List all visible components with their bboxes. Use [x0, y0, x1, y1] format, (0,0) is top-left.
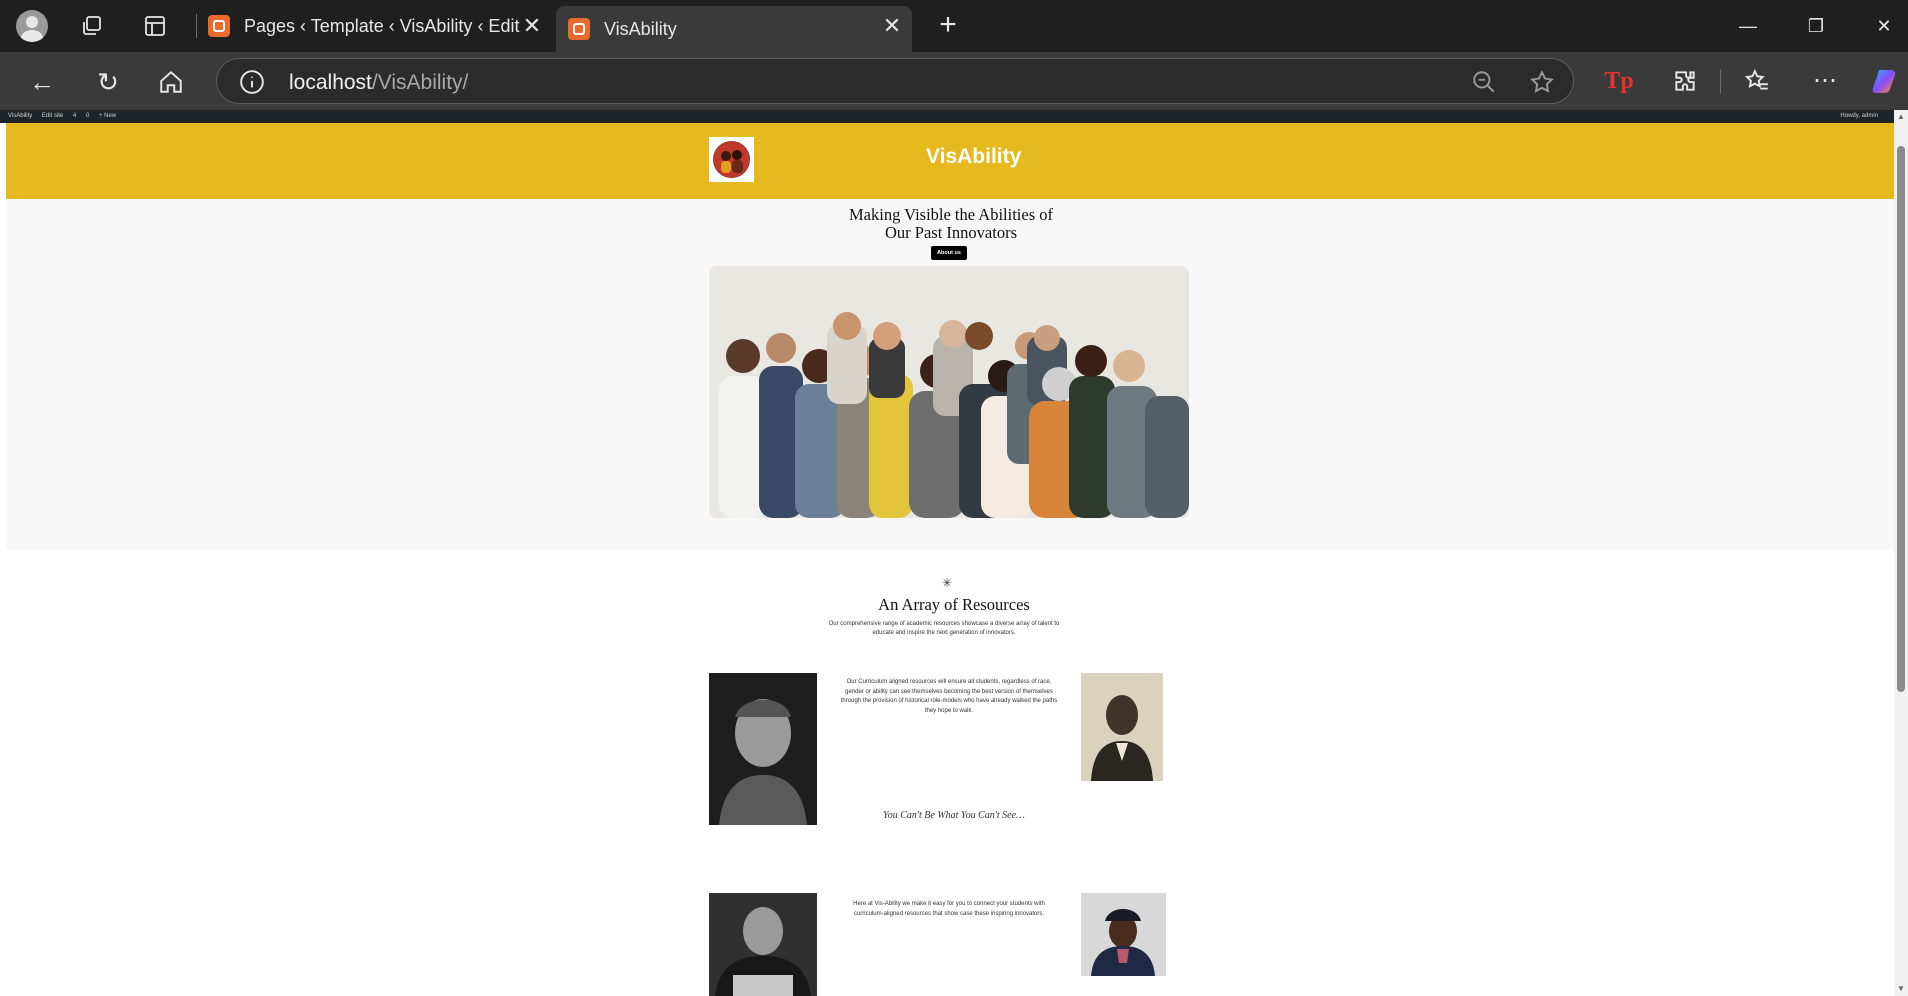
page-viewport: VisAbility Edit site 4 0 + New Howdy, ad… — [0, 110, 1908, 996]
close-tab-icon[interactable]: ✕ — [520, 14, 544, 38]
tab-visability[interactable]: VisAbility ✕ — [556, 6, 912, 52]
portrait-woman-hat-photo — [1081, 893, 1166, 976]
favorites-icon[interactable] — [1744, 68, 1770, 94]
hero-group-photo — [709, 266, 1189, 518]
curriculum-text: Our Curriculum aligned resources will en… — [840, 679, 1058, 714]
refresh-icon[interactable]: ↻ — [92, 66, 124, 98]
admin-bar-site[interactable]: VisAbility — [8, 113, 32, 119]
url-host: localhost — [289, 71, 372, 94]
resources-intro: Our comprehensive range of academic reso… — [828, 621, 1060, 636]
close-window-button[interactable]: ✕ — [1864, 10, 1904, 42]
about-us-button[interactable]: About us — [931, 246, 967, 260]
resources-heading: An Array of Resources — [878, 595, 1030, 614]
tab-pages-template[interactable]: Pages ‹ Template ‹ VisAbility ‹ Edit ✕ — [196, 6, 552, 46]
scrollbar-thumb[interactable] — [1897, 146, 1905, 692]
browser-tab-strip: Pages ‹ Template ‹ VisAbility ‹ Edit ✕ V… — [0, 0, 1908, 52]
logo-image — [713, 141, 750, 178]
hero-section: Making Visible the Abilities of Our Past… — [6, 199, 1896, 549]
portrait-woman-photo — [709, 673, 817, 825]
admin-bar-howdy[interactable]: Howdy, admin — [1840, 110, 1878, 123]
wp-admin-bar: VisAbility Edit site 4 0 + New Howdy, ad… — [0, 110, 1908, 123]
scroll-down-arrow-icon[interactable]: ▼ — [1896, 984, 1906, 994]
admin-bar-edit[interactable]: Edit site — [42, 113, 63, 119]
connect-text: Here at Vis-Ability we make it easy for … — [853, 901, 1045, 917]
asterisk-icon: ✳ — [942, 576, 953, 590]
site-title[interactable]: VisAbility — [926, 145, 1021, 169]
zoom-out-icon[interactable] — [1471, 69, 1497, 95]
tp-extension-icon[interactable]: Tp — [1604, 66, 1634, 96]
admin-bar-comments[interactable]: 0 — [86, 113, 89, 119]
scroll-up-arrow-icon[interactable]: ▲ — [1896, 112, 1906, 122]
hero-heading: Making Visible the Abilities of Our Past… — [6, 206, 1896, 242]
xampp-favicon-icon — [208, 15, 230, 37]
admin-bar-new[interactable]: + New — [99, 113, 116, 119]
home-icon[interactable] — [158, 69, 184, 95]
toolbar-divider — [1720, 70, 1721, 94]
vertical-tabs-icon[interactable] — [143, 14, 167, 38]
copilot-icon[interactable] — [1870, 66, 1900, 96]
new-tab-button[interactable]: + — [934, 10, 962, 40]
back-arrow-icon[interactable]: ← — [26, 66, 58, 98]
extensions-puzzle-icon[interactable] — [1672, 68, 1698, 94]
hero-heading-line1: Making Visible the Abilities of — [848, 205, 1054, 224]
minimize-button[interactable]: ― — [1728, 10, 1768, 42]
profile-avatar[interactable] — [16, 10, 48, 42]
info-icon[interactable] — [239, 69, 265, 95]
tab-title: Pages ‹ Template ‹ VisAbility ‹ Edit — [244, 15, 520, 36]
site-header: VisAbility — [6, 123, 1896, 199]
hero-heading-line2: Our Past Innovators — [885, 223, 1017, 242]
tab-title: VisAbility — [604, 18, 677, 39]
restore-button[interactable]: ❐ — [1796, 10, 1836, 42]
favorite-star-icon[interactable] — [1529, 69, 1555, 95]
url-path: /VisAbility/ — [371, 71, 469, 94]
close-tab-icon[interactable]: ✕ — [880, 14, 904, 38]
page-scrollbar[interactable]: ▲ ▼ — [1894, 110, 1908, 996]
xampp-favicon-icon — [568, 18, 590, 40]
browser-toolbar: ← ↻ localhost/VisAbility/ Tp ⋯ — [0, 52, 1908, 110]
workspaces-icon[interactable] — [80, 14, 104, 38]
more-options-icon[interactable]: ⋯ — [1810, 66, 1840, 96]
site-logo[interactable] — [709, 137, 754, 182]
portrait-man-award-photo — [709, 893, 817, 996]
tagline-quote: You Can't Be What You Can't See… — [883, 810, 1025, 821]
address-bar[interactable]: localhost/VisAbility/ — [216, 58, 1574, 104]
portrait-man-photo — [1081, 673, 1163, 781]
admin-bar-updates[interactable]: 4 — [73, 113, 76, 119]
url-text[interactable]: localhost/VisAbility/ — [289, 71, 468, 95]
